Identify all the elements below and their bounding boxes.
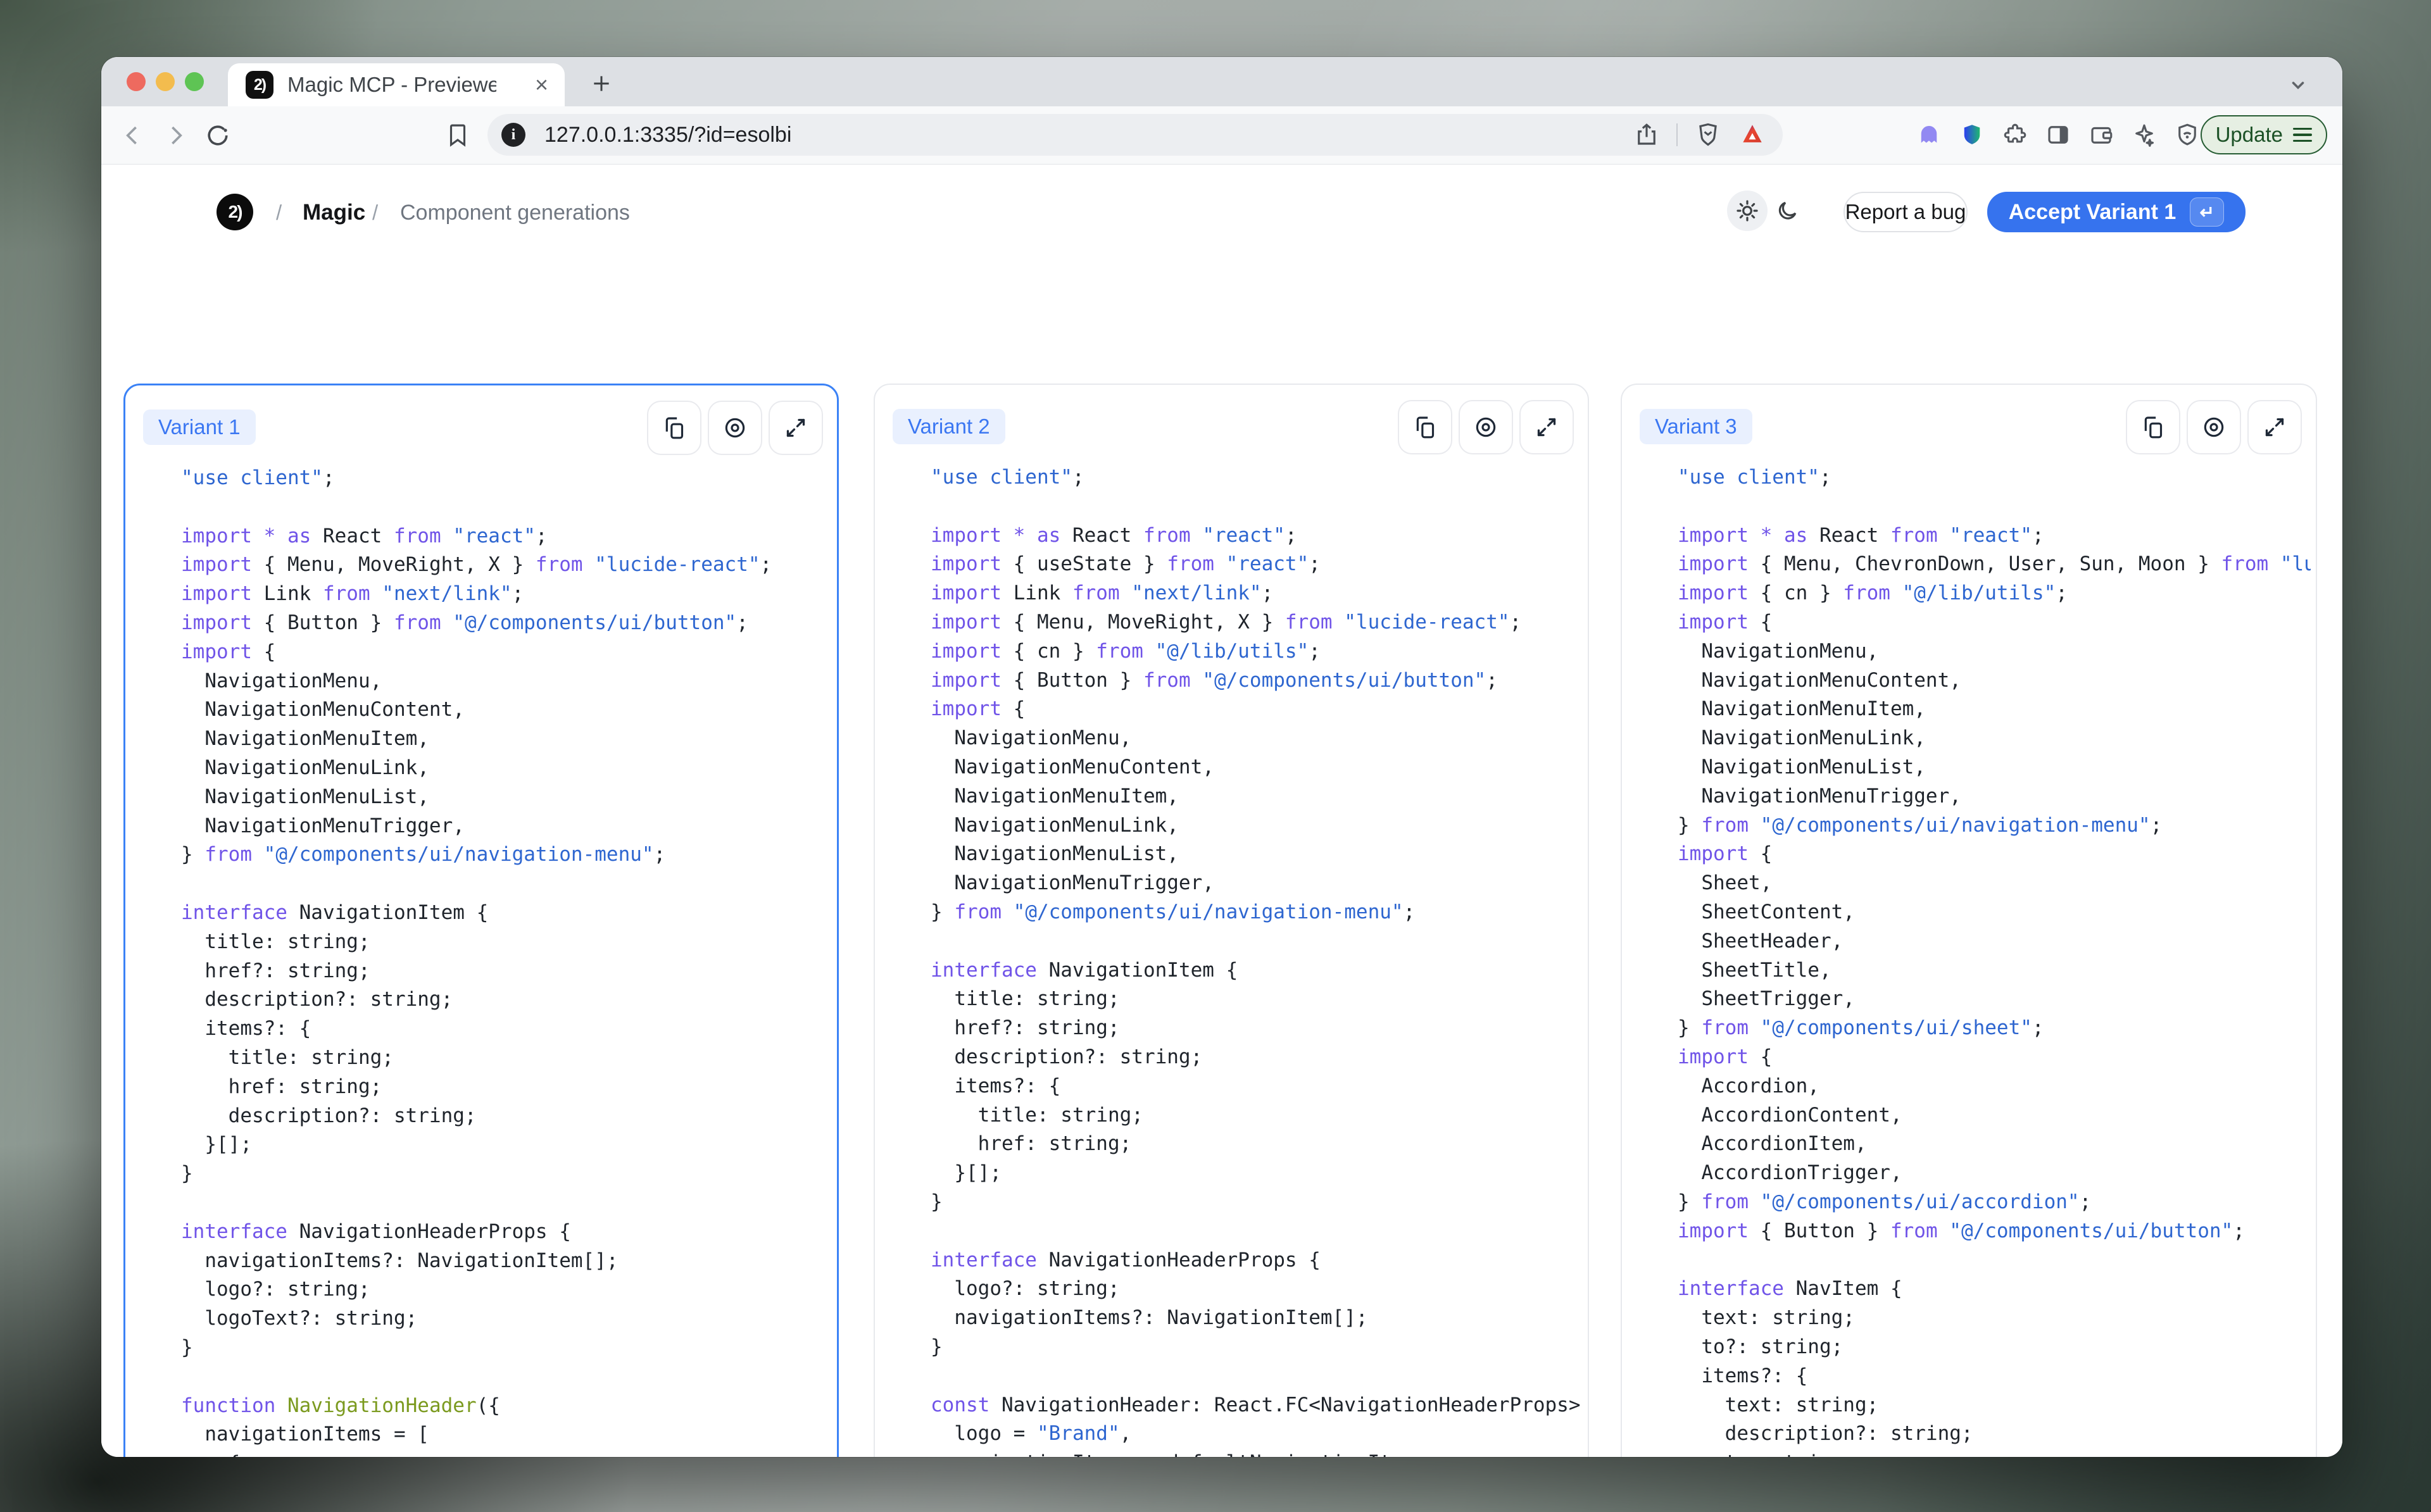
code-block[interactable]: "use client";import * as React from "rea…: [931, 466, 1583, 1457]
bookmark-icon[interactable]: [444, 122, 471, 148]
moon-icon: [1776, 199, 1800, 223]
variant-badge: Variant 2: [893, 409, 1005, 444]
copy-code-button[interactable]: [647, 401, 701, 455]
close-window-button[interactable]: [127, 72, 146, 91]
preview-button[interactable]: [1459, 400, 1513, 454]
hamburger-menu-icon: [2293, 128, 2312, 142]
breadcrumb[interactable]: Magic: [303, 200, 365, 225]
copy-icon: [2140, 415, 2166, 440]
variant-badge: Variant 3: [1640, 409, 1752, 444]
expand-icon: [2262, 415, 2287, 440]
tab-strip: 2) Magic MCP - Previewer ×: [101, 57, 2342, 106]
focus-icon: [722, 415, 748, 440]
dark-theme-button[interactable]: [1768, 191, 1808, 231]
breadcrumb-separator: /: [372, 201, 378, 225]
ghost-extension-icon[interactable]: [1916, 122, 1942, 148]
back-icon[interactable]: [119, 122, 147, 149]
code-block[interactable]: "use client";import * as React from "rea…: [1678, 466, 2311, 1457]
report-bug-label: Report a bug: [1845, 200, 1966, 224]
focus-icon: [1473, 415, 1498, 440]
sidebar-icon[interactable]: [2045, 122, 2071, 148]
preview-button[interactable]: [708, 401, 762, 455]
expand-button[interactable]: [1519, 400, 1574, 454]
breadcrumb-separator: /: [276, 201, 282, 225]
variant-card: Variant 1 "use client";import * as React…: [123, 384, 839, 1457]
preview-button[interactable]: [2187, 400, 2241, 454]
update-button[interactable]: Update: [2201, 115, 2327, 154]
brave-shield-icon[interactable]: [1694, 121, 1722, 149]
expand-icon: [783, 415, 808, 440]
magic-logo-icon[interactable]: 2): [217, 194, 253, 230]
browser-toolbar: i 127.0.0.1:3335/?id=esolbi: [101, 106, 2342, 165]
url-bar[interactable]: i 127.0.0.1:3335/?id=esolbi: [487, 114, 1783, 156]
sun-icon: [1735, 199, 1759, 223]
divider: [1676, 123, 1678, 146]
new-tab-plus-icon[interactable]: [589, 71, 614, 96]
card-actions: [2126, 400, 2302, 454]
copy-code-button[interactable]: [1398, 400, 1452, 454]
browser-window: 2) Magic MCP - Previewer × i 127.0.0.1:3…: [101, 57, 2342, 1457]
accept-variant-label: Accept Variant 1: [2009, 200, 2177, 225]
page-title: Component generations: [400, 201, 630, 225]
expand-button[interactable]: [769, 401, 823, 455]
enter-key-icon: ↵: [2190, 197, 2224, 227]
share-icon[interactable]: [1633, 122, 1660, 148]
info-icon[interactable]: i: [501, 123, 525, 147]
tab-favicon-icon: 2): [246, 71, 273, 99]
code-block[interactable]: "use client";import * as React from "rea…: [181, 466, 832, 1457]
variant-card: Variant 2 "use client";import * as React…: [874, 384, 1589, 1457]
brave-rewards-icon[interactable]: [1738, 121, 1766, 149]
forward-icon[interactable]: [161, 122, 189, 149]
report-bug-button[interactable]: Report a bug: [1844, 192, 1968, 232]
tabstrip-chevron-icon[interactable]: [2287, 73, 2309, 96]
vpn-shield-icon[interactable]: [2174, 122, 2201, 148]
tab-title: Magic MCP - Previewer: [287, 73, 496, 97]
copy-code-button[interactable]: [2126, 400, 2180, 454]
update-label: Update: [2216, 123, 2283, 147]
browser-tab[interactable]: 2) Magic MCP - Previewer ×: [228, 63, 565, 106]
variant-card: Variant 3 "use client";import * as React…: [1621, 384, 2317, 1457]
card-actions: [647, 401, 823, 455]
variant-badge: Variant 1: [143, 409, 256, 445]
reload-icon[interactable]: [204, 122, 232, 149]
zoom-window-button[interactable]: [185, 72, 204, 91]
shield-extension-icon[interactable]: [1959, 122, 1985, 148]
page-content: 2) / Magic / Component generations Repo: [101, 165, 2342, 1457]
tab-close-icon[interactable]: ×: [535, 73, 548, 96]
copy-icon: [662, 415, 687, 440]
light-theme-button[interactable]: [1727, 191, 1768, 231]
url-text[interactable]: 127.0.0.1:3335/?id=esolbi: [544, 123, 1633, 147]
expand-button[interactable]: [2247, 400, 2302, 454]
theme-toggle: [1727, 191, 1808, 231]
focus-icon: [2201, 415, 2227, 440]
copy-icon: [1412, 415, 1438, 440]
card-actions: [1398, 400, 1574, 454]
site-header: 2) / Magic / Component generations Repo: [101, 165, 2342, 275]
minimize-window-button[interactable]: [156, 72, 175, 91]
sparkle-ai-icon[interactable]: [2131, 122, 2158, 148]
expand-icon: [1534, 415, 1559, 440]
wallet-icon[interactable]: [2088, 122, 2114, 148]
accept-variant-button[interactable]: Accept Variant 1 ↵: [1987, 192, 2246, 232]
extensions-puzzle-icon[interactable]: [2002, 122, 2028, 148]
